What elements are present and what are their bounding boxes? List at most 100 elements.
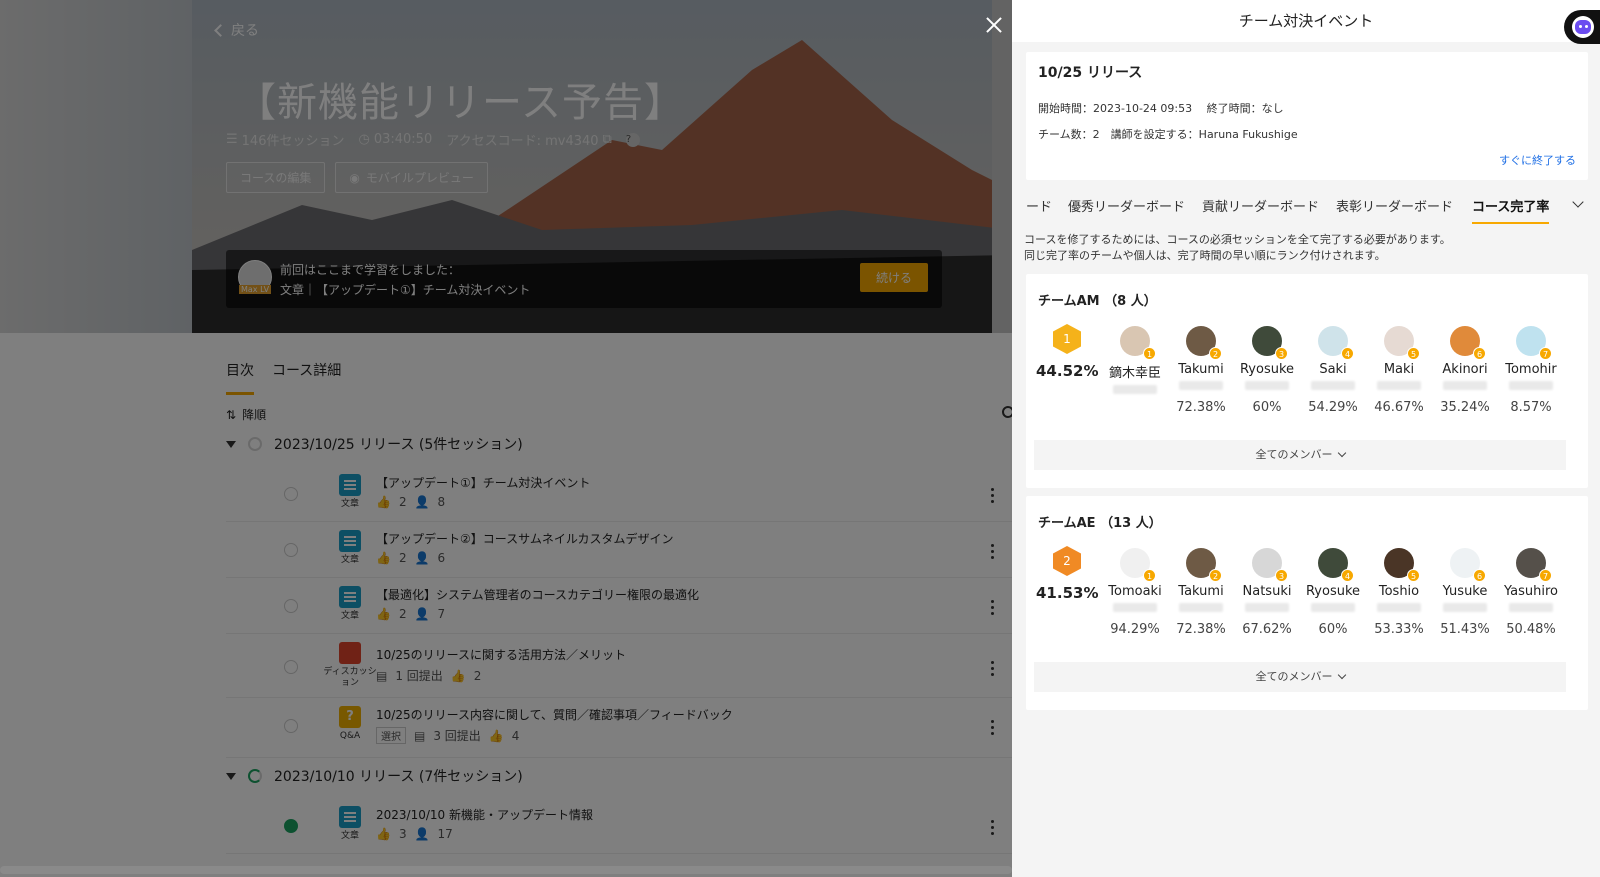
avatar: 1 <box>1120 548 1156 582</box>
all-members-toggle[interactable]: 全てのメンバー <box>1034 440 1566 470</box>
team-card: チームAE （13 人） 2 41.53% 1 Tomoaki 94.29% 2 Ta… <box>1026 496 1588 710</box>
member-name: Natsuki <box>1242 584 1292 599</box>
leaderboard-tabs: ード 優秀リーダーボード 貢献リーダーボード 表彰リーダーボード コース完了率 <box>1012 196 1600 226</box>
rank-badge: 4 <box>1341 569 1354 582</box>
blurred-dept <box>1443 603 1487 612</box>
chevron-down-icon[interactable] <box>1572 196 1584 208</box>
member[interactable]: 3 Natsuki 67.62% <box>1234 548 1300 637</box>
end-now-link[interactable]: すぐに終了する <box>1499 152 1576 168</box>
all-members-label: 全てのメンバー <box>1255 448 1333 461</box>
avatar: 4 <box>1318 326 1354 360</box>
rank-badge: 7 <box>1539 569 1552 582</box>
rank-badge: 6 <box>1473 569 1486 582</box>
avatar: 3 <box>1252 326 1288 360</box>
rank-badge: 3 <box>1275 569 1288 582</box>
blurred-dept <box>1377 381 1421 390</box>
member[interactable]: 7 Tomohir 8.57% <box>1498 326 1564 415</box>
tab-contribution-leaderboard[interactable]: 貢献リーダーボード <box>1202 196 1319 215</box>
event-info-card: 10/25 リリース 開始時間：2023-10-24 09:53 終了時間：なし… <box>1026 52 1588 180</box>
member[interactable]: 1 鏑木幸臣 <box>1102 326 1168 404</box>
member-percent: 67.62% <box>1242 622 1292 637</box>
member[interactable]: 4 Saki 54.29% <box>1300 326 1366 415</box>
team-name: チームAE （13 人） <box>1038 516 1162 531</box>
rank-medal-icon: 2 <box>1053 546 1081 576</box>
event-times: 開始時間：2023-10-24 09:53 終了時間：なし <box>1038 102 1284 115</box>
avatar: 2 <box>1186 548 1222 582</box>
all-members-label: 全てのメンバー <box>1255 670 1333 683</box>
member-percent: 35.24% <box>1440 400 1490 415</box>
completion-description: コースを修了するためには、コースの必須セッションを全て完了する必要があります。 … <box>1024 232 1451 264</box>
rank-badge: 2 <box>1209 347 1222 360</box>
avatar: 1 <box>1120 326 1156 360</box>
member-name: Toshio <box>1378 584 1420 599</box>
event-name: 10/25 リリース <box>1038 65 1143 81</box>
event-teams-info: チーム数：2 講師を設定する：Haruna Fukushige <box>1038 128 1298 141</box>
description-line: コースを修了するためには、コースの必須セッションを全て完了する必要があります。 <box>1024 233 1451 246</box>
blurred-dept <box>1509 603 1553 612</box>
rank-badge: 2 <box>1209 569 1222 582</box>
member[interactable]: 1 Tomoaki 94.29% <box>1102 548 1168 637</box>
rank-badge: 1 <box>1143 347 1156 360</box>
assistant-bot-button[interactable] <box>1564 10 1600 44</box>
avatar: 4 <box>1318 548 1354 582</box>
team-completion-percent: 44.52% <box>1036 362 1099 380</box>
tab-award-leaderboard[interactable]: 表彰リーダーボード <box>1336 196 1453 215</box>
blurred-dept <box>1311 603 1355 612</box>
rank-medal-icon: 1 <box>1053 324 1081 354</box>
team-rank: 1 44.52% <box>1036 324 1098 380</box>
member-name: 鏑木幸臣 <box>1108 366 1161 381</box>
member[interactable]: 2 Takumi 72.38% <box>1168 326 1234 415</box>
blurred-dept <box>1113 385 1157 394</box>
avatar: 6 <box>1450 326 1486 360</box>
member-name: Takumi <box>1178 362 1224 377</box>
all-members-toggle[interactable]: 全てのメンバー <box>1034 662 1566 692</box>
rank-badge: 3 <box>1275 347 1288 360</box>
member[interactable]: 5 Maki 46.67% <box>1366 326 1432 415</box>
blurred-dept <box>1443 381 1487 390</box>
member-name: Tomoaki <box>1108 584 1162 599</box>
tab-excellent-leaderboard[interactable]: 優秀リーダーボード <box>1068 196 1185 215</box>
member-name: Takumi <box>1178 584 1224 599</box>
member-percent: 8.57% <box>1510 400 1552 415</box>
member[interactable]: 6 Akinori 35.24% <box>1432 326 1498 415</box>
tab-course-completion[interactable]: コース完了率 <box>1472 196 1550 224</box>
member[interactable]: 2 Takumi 72.38% <box>1168 548 1234 637</box>
member-percent: 60% <box>1318 622 1348 637</box>
member-name: Ryosuke <box>1239 362 1295 377</box>
horizontal-scrollbar[interactable] <box>0 866 1012 874</box>
member-name: Akinori <box>1442 362 1488 377</box>
member-name: Yusuke <box>1442 584 1488 599</box>
rank-badge: 6 <box>1473 347 1486 360</box>
avatar: 2 <box>1186 326 1222 360</box>
team-card: チームAM （8 人） 1 44.52% 1 鏑木幸臣 2 Takumi 72.38%… <box>1026 274 1588 488</box>
member[interactable]: 5 Toshio 53.33% <box>1366 548 1432 637</box>
member[interactable]: 3 Ryosuke 60% <box>1234 326 1300 415</box>
member-name: Tomohir <box>1505 362 1557 377</box>
blurred-dept <box>1245 381 1289 390</box>
avatar: 3 <box>1252 548 1288 582</box>
chevron-down-icon <box>1337 448 1346 458</box>
rank-badge: 7 <box>1539 347 1552 360</box>
member-percent: 72.38% <box>1176 622 1226 637</box>
avatar: 7 <box>1516 548 1552 582</box>
member-percent: 51.43% <box>1440 622 1490 637</box>
description-line: 同じ完了率のチームや個人は、完了時間の早い順にランク付けされます。 <box>1024 249 1386 262</box>
close-icon[interactable] <box>983 14 1005 36</box>
member-percent: 53.33% <box>1374 622 1424 637</box>
tab-leaderboard-partial[interactable]: ード <box>1026 196 1052 215</box>
member[interactable]: 6 Yusuke 51.43% <box>1432 548 1498 637</box>
member[interactable]: 7 Yasuhiro 50.48% <box>1498 548 1564 637</box>
rank-badge: 4 <box>1341 347 1354 360</box>
member-name: Ryosuke <box>1305 584 1361 599</box>
member-name: Saki <box>1319 362 1347 377</box>
member[interactable]: 4 Ryosuke 60% <box>1300 548 1366 637</box>
rank-badge: 5 <box>1407 569 1420 582</box>
rank-badge: 1 <box>1143 569 1156 582</box>
member-name: Yasuhiro <box>1504 584 1558 599</box>
member-percent: 72.38% <box>1176 400 1226 415</box>
member-percent: 50.48% <box>1506 622 1556 637</box>
team-rank: 2 41.53% <box>1036 546 1098 602</box>
blurred-dept <box>1179 603 1223 612</box>
avatar: 7 <box>1516 326 1552 360</box>
modal-overlay[interactable] <box>0 0 1012 877</box>
